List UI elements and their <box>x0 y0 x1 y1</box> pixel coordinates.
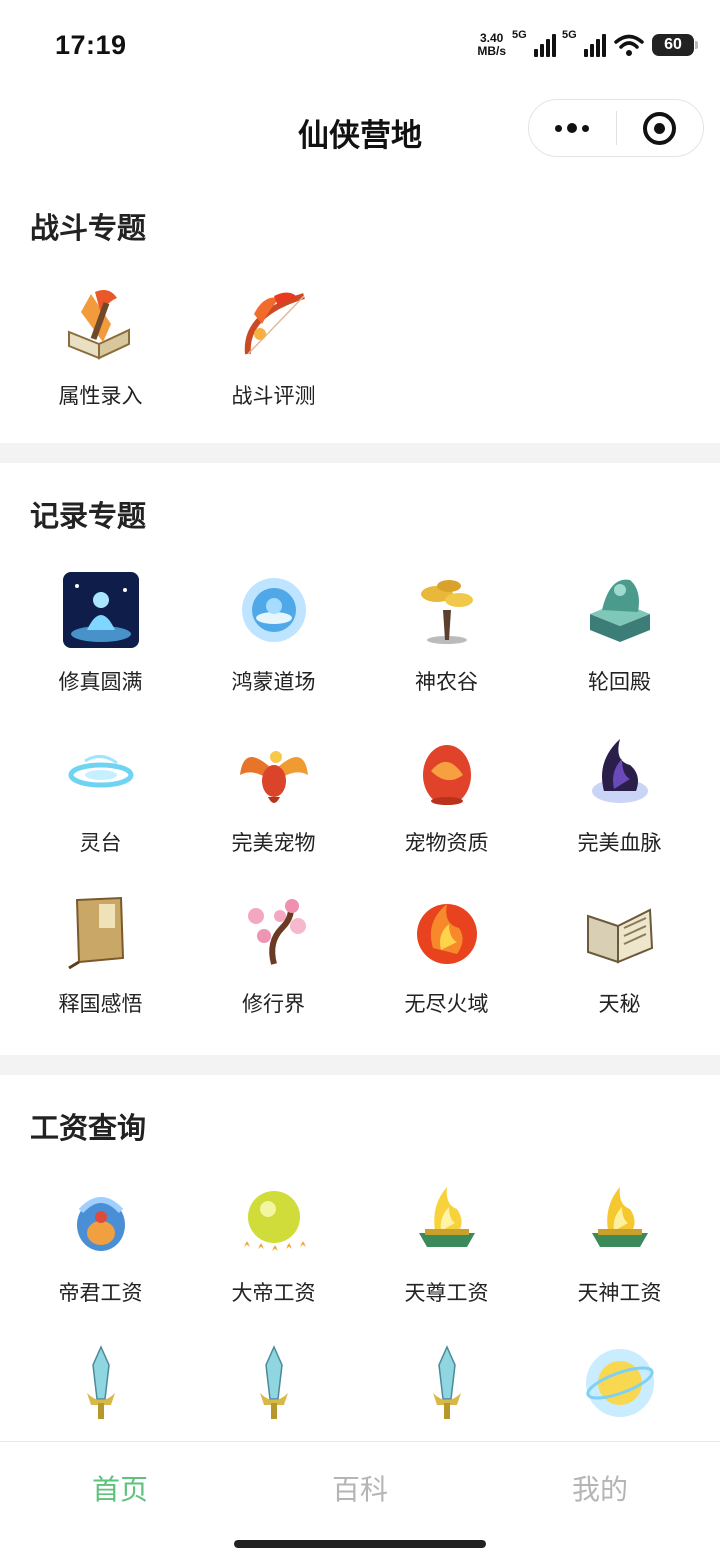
open-book-icon <box>586 908 653 964</box>
grid-item[interactable]: 轮回殿 <box>533 570 706 696</box>
meditating-figure-icon <box>62 572 139 648</box>
section-records: 记录专题 修真圆满 鸿蒙道场 神农谷 轮回殿 灵台 完美宠物 宠物资质 完美血脉… <box>0 463 720 1055</box>
section-divider <box>0 1055 720 1075</box>
tab-encyclopedia[interactable]: 百科 <box>240 1468 480 1508</box>
section-salary: 工资查询 帝君工资 大帝工资 天尊工资 天神工资 <box>0 1075 720 1441</box>
grid-item[interactable]: 天神工资 <box>533 1181 706 1307</box>
jade-seal-icon <box>589 579 650 642</box>
target-icon <box>643 111 677 145</box>
attribute-book-icon <box>67 290 130 360</box>
grid-item[interactable]: 释国感悟 <box>14 892 187 1018</box>
grid-item-label: 完美血脉 <box>577 832 662 855</box>
grid-item-label: 修真圆满 <box>58 671 143 694</box>
crystal-sword-icon <box>259 1345 288 1419</box>
status-indicators: 3.40 MB/s 5G 5G 60 <box>477 28 698 62</box>
grid-item[interactable]: 完美宠物 <box>187 731 360 857</box>
plum-blossom-icon <box>247 899 306 965</box>
grid-item-label: 帝君工资 <box>58 1282 143 1305</box>
network-speed: 3.40 MB/s <box>477 31 506 58</box>
water-swirl-icon <box>68 755 133 788</box>
flame-bow-icon <box>244 292 305 355</box>
more-dot-icon <box>555 124 563 132</box>
more-dot-icon <box>567 123 578 133</box>
crystal-sword-icon <box>86 1345 115 1419</box>
status-time: 17:19 <box>55 30 127 60</box>
blue-treasure-icon <box>76 1197 125 1251</box>
grid-item[interactable]: 战斗评测 <box>187 284 360 410</box>
phoenix-icon <box>239 751 308 803</box>
section-title: 记录专题 <box>30 501 147 533</box>
miniprogram-capsule <box>528 99 704 157</box>
grid-item[interactable]: 大帝工资 <box>187 1181 360 1307</box>
home-indicator[interactable] <box>234 1540 486 1548</box>
signal-1-icon: 5G <box>512 29 556 57</box>
dragon-egg-icon <box>422 745 471 805</box>
grid-item-label: 轮回殿 <box>588 671 651 694</box>
grid-item-label: 释国感悟 <box>58 993 143 1016</box>
section-title: 战斗专题 <box>30 213 147 245</box>
fireball-icon <box>416 904 477 964</box>
grid-item-label: 战斗评测 <box>231 385 316 408</box>
grid-item[interactable] <box>533 1343 706 1439</box>
glowing-sun-orb-icon <box>585 1349 654 1417</box>
scroll-book-icon <box>67 896 124 970</box>
grid-item-label: 大帝工资 <box>231 1282 316 1305</box>
grid-item[interactable]: 神农谷 <box>360 570 533 696</box>
grid-item[interactable]: 修真圆满 <box>14 570 187 696</box>
wifi-icon <box>614 34 644 56</box>
grid-item[interactable]: 天尊工资 <box>360 1181 533 1307</box>
grid-item-label: 天秘 <box>598 993 641 1016</box>
battery-icon: 60 <box>652 34 698 56</box>
close-miniprogram-button[interactable] <box>617 111 704 145</box>
grid-item-label: 天神工资 <box>577 1282 662 1305</box>
golden-flame-altar-icon <box>591 1187 648 1247</box>
glowing-portal-icon <box>241 578 306 642</box>
status-bar: 17:19 3.40 MB/s 5G 5G 60 <box>0 0 720 92</box>
dark-flame-icon <box>591 739 648 803</box>
grid-item[interactable]: 完美血脉 <box>533 731 706 857</box>
grid-item-label: 完美宠物 <box>231 832 316 855</box>
grid-item[interactable]: 鸿蒙道场 <box>187 570 360 696</box>
grid-item[interactable] <box>187 1343 360 1439</box>
grid-item[interactable]: 宠物资质 <box>360 731 533 857</box>
section-divider <box>0 443 720 463</box>
grid-item-label: 灵台 <box>79 832 122 855</box>
grid-item[interactable]: 灵台 <box>14 731 187 857</box>
grid-item-label: 宠物资质 <box>404 832 489 855</box>
tab-mine[interactable]: 我的 <box>480 1468 720 1508</box>
golden-tree-icon <box>420 580 473 644</box>
grid-item-label: 修行界 <box>242 993 305 1016</box>
section-title: 工资查询 <box>30 1113 147 1145</box>
grid-item-label: 属性录入 <box>58 385 143 408</box>
crystal-sword-icon <box>432 1345 461 1419</box>
grid-item[interactable]: 属性录入 <box>14 284 187 410</box>
grid-item[interactable] <box>360 1343 533 1439</box>
grid-item-label: 无尽火域 <box>404 993 489 1016</box>
more-options-button[interactable] <box>529 123 616 133</box>
more-dot-icon <box>582 124 590 132</box>
grid-item[interactable]: 帝君工资 <box>14 1181 187 1307</box>
golden-flame-altar-icon <box>418 1187 475 1247</box>
golden-orb-stars-icon <box>243 1191 306 1251</box>
section-battle: 战斗专题 属性录入 战斗评测 <box>0 190 720 443</box>
grid-item[interactable]: 无尽火域 <box>360 892 533 1018</box>
grid-item[interactable]: 修行界 <box>187 892 360 1018</box>
grid-item-label: 鸿蒙道场 <box>231 671 316 694</box>
tab-home[interactable]: 首页 <box>0 1468 240 1508</box>
grid-item-label: 神农谷 <box>415 671 478 694</box>
grid-item-label: 天尊工资 <box>404 1282 489 1305</box>
grid-item[interactable]: 天秘 <box>533 892 706 1018</box>
grid-item[interactable] <box>14 1343 187 1439</box>
signal-2-icon: 5G <box>562 29 606 57</box>
